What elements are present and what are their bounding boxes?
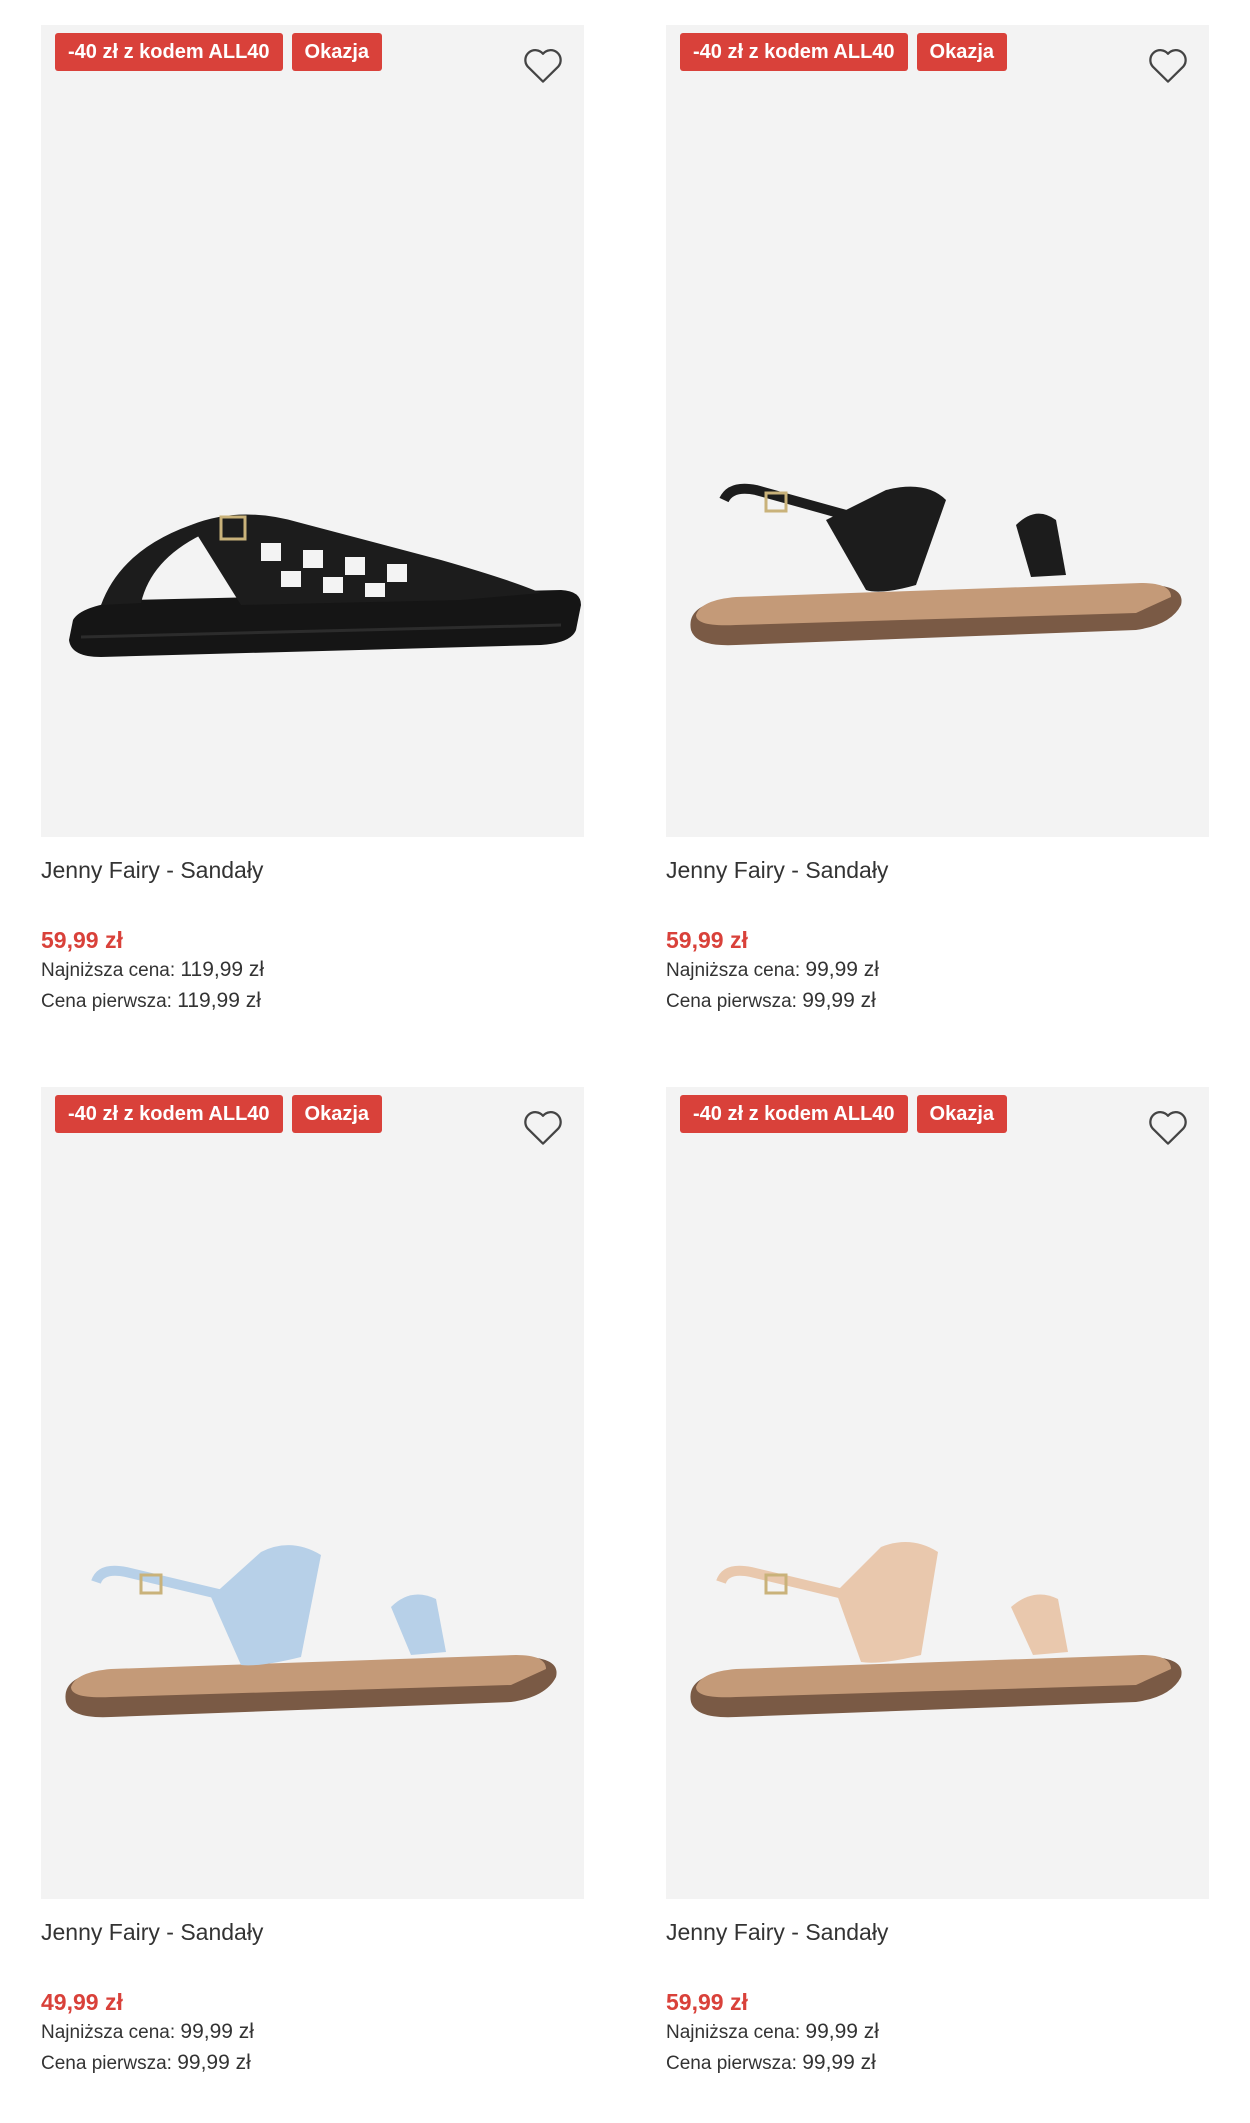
product-title[interactable]: Jenny Fairy - Sandały: [666, 1915, 1209, 1949]
deal-badge: Okazja: [291, 33, 383, 71]
lowest-price-value: 99,99 zł: [805, 958, 879, 981]
original-price-row: Cena pierwsza: 99,99 zł: [666, 2048, 1209, 2079]
lowest-price-row: Najniższa cena: 99,99 zł: [666, 2017, 1209, 2048]
promo-badge: -40 zł z kodem ALL40: [680, 1095, 908, 1133]
product-card[interactable]: -40 zł z kodem ALL40 Okazja Jenny Fairy …: [666, 25, 1209, 1017]
product-card[interactable]: -40 zł z kodem ALL40 Okazja Jenny Fairy …: [41, 25, 584, 1017]
original-price-row: Cena pierwsza: 99,99 zł: [41, 2048, 584, 2079]
promo-badge: -40 zł z kodem ALL40: [680, 33, 908, 71]
original-price-label: Cena pierwsza:: [41, 991, 172, 1012]
lowest-price-label: Najniższa cena:: [41, 2022, 176, 2043]
sandal-image: [690, 483, 1182, 646]
product-price: 59,99 zł: [41, 927, 123, 953]
badge-group: -40 zł z kodem ALL40 Okazja: [55, 33, 383, 71]
sandal-image: [690, 1542, 1182, 1718]
original-price-row: Cena pierwsza: 119,99 zł: [41, 986, 584, 1017]
deal-badge: Okazja: [916, 33, 1008, 71]
promo-badge: -40 zł z kodem ALL40: [55, 1095, 283, 1133]
product-title[interactable]: Jenny Fairy - Sandały: [666, 853, 1209, 887]
original-price-label: Cena pierwsza:: [666, 2053, 797, 2074]
lowest-price-label: Najniższa cena:: [666, 2022, 801, 2043]
promo-badge: -40 zł z kodem ALL40: [55, 33, 283, 71]
product-image[interactable]: -40 zł z kodem ALL40 Okazja: [41, 25, 584, 837]
sandal-image: [65, 1545, 557, 1718]
heart-icon[interactable]: [522, 1107, 564, 1147]
badge-group: -40 zł z kodem ALL40 Okazja: [680, 1095, 1008, 1133]
product-card[interactable]: -40 zł z kodem ALL40 Okazja Jenny Fairy …: [666, 1087, 1209, 2079]
lowest-price-row: Najniższa cena: 119,99 zł: [41, 955, 584, 986]
product-price: 59,99 zł: [666, 927, 748, 953]
lowest-price-value: 99,99 zł: [180, 2020, 254, 2043]
sandal-image: [69, 514, 581, 657]
lowest-price-label: Najniższa cena:: [41, 960, 176, 981]
original-price-row: Cena pierwsza: 99,99 zł: [666, 986, 1209, 1017]
product-title[interactable]: Jenny Fairy - Sandały: [41, 853, 584, 887]
lowest-price-value: 119,99 zł: [180, 958, 265, 981]
heart-icon[interactable]: [1147, 1107, 1189, 1147]
product-grid: -40 zł z kodem ALL40 Okazja Jenny Fairy …: [0, 0, 1250, 2123]
deal-badge: Okazja: [916, 1095, 1008, 1133]
product-title[interactable]: Jenny Fairy - Sandały: [41, 1915, 584, 1949]
product-price: 59,99 zł: [666, 1989, 748, 2015]
lowest-price-row: Najniższa cena: 99,99 zł: [666, 955, 1209, 986]
product-card[interactable]: -40 zł z kodem ALL40 Okazja Jenny Fairy …: [41, 1087, 584, 2079]
product-image[interactable]: -40 zł z kodem ALL40 Okazja: [666, 1087, 1209, 1899]
heart-icon[interactable]: [522, 45, 564, 85]
original-price-label: Cena pierwsza:: [41, 2053, 172, 2074]
original-price-value: 99,99 zł: [802, 2051, 876, 2074]
product-price: 49,99 zł: [41, 1989, 123, 2015]
lowest-price-value: 99,99 zł: [805, 2020, 879, 2043]
badge-group: -40 zł z kodem ALL40 Okazja: [55, 1095, 383, 1133]
original-price-value: 99,99 zł: [177, 2051, 251, 2074]
product-image[interactable]: -40 zł z kodem ALL40 Okazja: [666, 25, 1209, 837]
lowest-price-row: Najniższa cena: 99,99 zł: [41, 2017, 584, 2048]
original-price-value: 119,99 zł: [177, 989, 261, 1012]
original-price-label: Cena pierwsza:: [666, 991, 797, 1012]
lowest-price-label: Najniższa cena:: [666, 960, 801, 981]
original-price-value: 99,99 zł: [802, 989, 876, 1012]
product-image[interactable]: -40 zł z kodem ALL40 Okazja: [41, 1087, 584, 1899]
badge-group: -40 zł z kodem ALL40 Okazja: [680, 33, 1008, 71]
heart-icon[interactable]: [1147, 45, 1189, 85]
deal-badge: Okazja: [291, 1095, 383, 1133]
